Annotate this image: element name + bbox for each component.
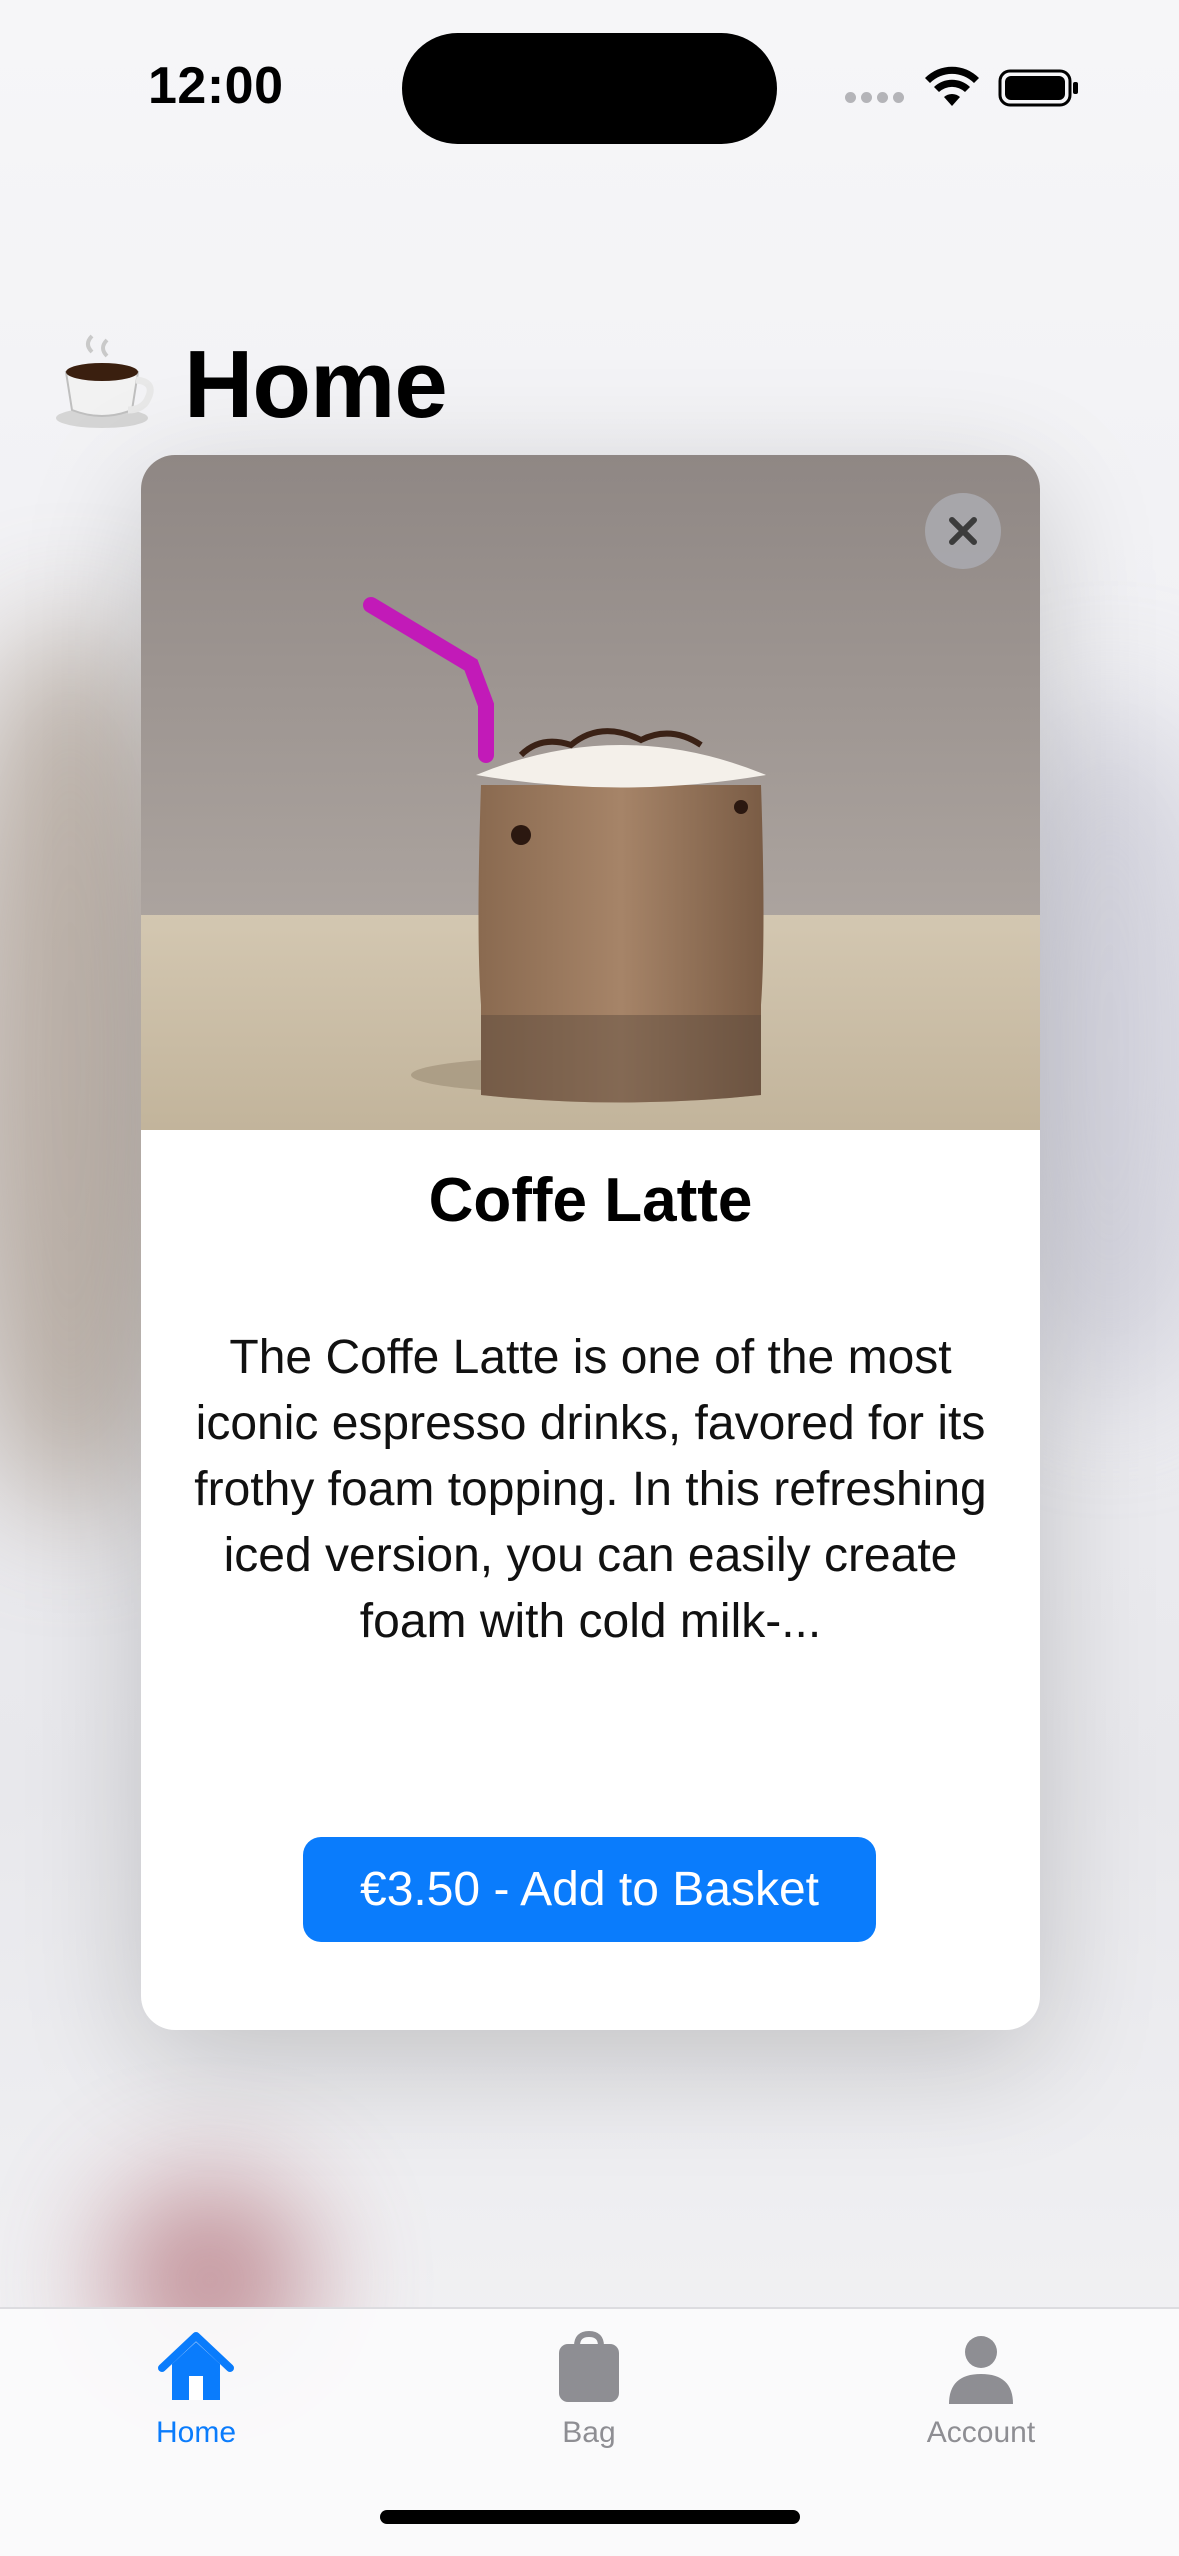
bag-icon xyxy=(559,2330,619,2402)
tab-bag[interactable]: Bag xyxy=(489,2318,689,2468)
battery-icon xyxy=(998,69,1078,107)
add-to-basket-button[interactable]: €3.50 - Add to Basket xyxy=(303,1837,876,1942)
product-description: The Coffe Latte is one of the most iconi… xyxy=(194,1331,987,1648)
house-icon xyxy=(158,2332,234,2400)
cellular-signal-icon xyxy=(845,92,905,104)
product-detail-modal: Coffe Latte The Coffe Latte is one of th… xyxy=(141,455,1040,2030)
page-title: Home xyxy=(184,331,448,438)
product-image xyxy=(141,455,1040,1130)
product-name: Coffe Latte xyxy=(428,1166,753,1235)
home-indicator[interactable] xyxy=(380,2510,800,2524)
status-time: 12:00 xyxy=(148,57,284,115)
person-icon xyxy=(949,2336,1013,2404)
close-button[interactable] xyxy=(925,493,1001,569)
tab-label: Home xyxy=(155,2416,237,2449)
tab-label: Bag xyxy=(562,2416,616,2449)
close-icon xyxy=(949,517,977,545)
status-bar: 12:00 xyxy=(0,0,1179,175)
page-header: Home xyxy=(52,330,448,440)
tab-label: Account xyxy=(926,2416,1036,2449)
wifi-icon xyxy=(925,66,979,106)
dynamic-island xyxy=(402,33,777,144)
coffee-cup-icon xyxy=(56,334,154,428)
tab-account[interactable]: Account xyxy=(881,2318,1081,2468)
screen: 12:00 Home Coffe Latte The Coffe Latte i… xyxy=(0,0,1179,2556)
tab-home[interactable]: Home xyxy=(96,2318,296,2468)
